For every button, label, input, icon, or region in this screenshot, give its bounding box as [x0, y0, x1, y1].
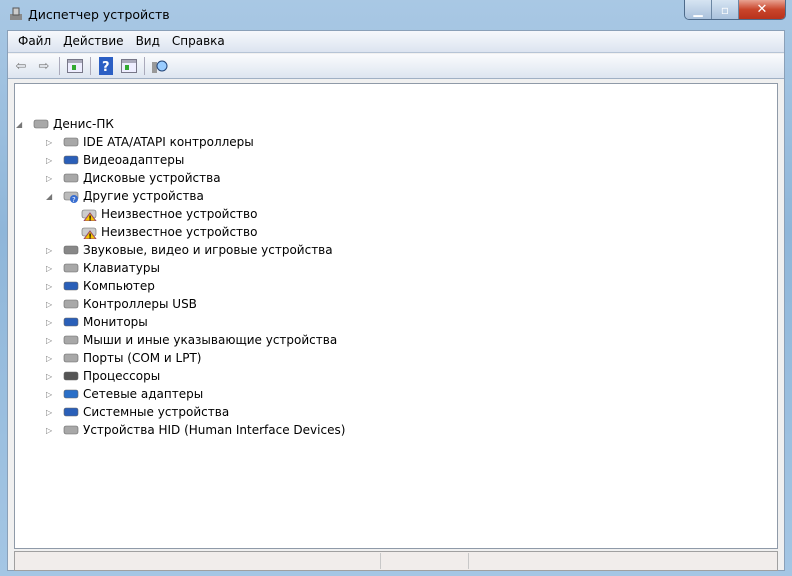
expand-arrow-icon[interactable]: ▷ [46, 282, 52, 291]
menu-help[interactable]: Справка [166, 31, 231, 52]
tree-item[interactable]: ▷ Сетевые адаптеры [46, 385, 204, 403]
processor-icon [63, 369, 79, 383]
expand-arrow-icon[interactable]: ▷ [46, 156, 52, 165]
tree-root-label: Денис-ПК [53, 117, 114, 131]
status-bar [14, 551, 778, 571]
tree-item-label: Мониторы [83, 315, 148, 329]
properties-icon[interactable] [65, 56, 85, 76]
tree-item[interactable]: ▷ Звуковые, видео и игровые устройства [46, 241, 333, 259]
update-driver-icon[interactable] [119, 56, 139, 76]
tree-item[interactable]: ◢? Другие устройства [46, 187, 204, 205]
tree-item-label: Клавиатуры [83, 261, 160, 275]
tree-item-label: Компьютер [83, 279, 155, 293]
tree-item-label: Видеоадаптеры [83, 153, 185, 167]
unknown-device-icon: ! [81, 207, 97, 223]
tree-item[interactable]: ▷ Контроллеры USB [46, 295, 197, 313]
system-devices-icon [63, 405, 79, 419]
tree-item[interactable]: ▷ Клавиатуры [46, 259, 160, 277]
toolbar: ⇦ ⇨ ? [8, 54, 784, 79]
tree-item[interactable]: ▷ Порты (COM и LPT) [46, 349, 202, 367]
menu-action[interactable]: Действие [57, 31, 129, 52]
disk-drive-icon [63, 171, 79, 185]
svg-text:!: ! [89, 215, 92, 222]
title-bar: Диспетчер устройств ▁ ▫ ✕ [0, 0, 792, 30]
expand-arrow-icon[interactable]: ▷ [46, 246, 52, 255]
menu-file[interactable]: Файл [12, 31, 57, 52]
tree-root[interactable]: ◢ Денис-ПК [16, 115, 114, 133]
expand-arrow-icon[interactable]: ▷ [46, 174, 52, 183]
tree-item[interactable]: ▷ Мыши и иные указывающие устройства [46, 331, 338, 349]
speaker-icon [63, 243, 79, 257]
tree-item[interactable]: ▷ IDE ATA/ATAPI контроллеры [46, 133, 254, 151]
tree-item-label: Мыши и иные указывающие устройства [83, 333, 338, 347]
tree-item[interactable]: ▷ Дисковые устройства [46, 169, 221, 187]
hid-icon [63, 423, 79, 437]
expand-arrow-icon[interactable]: ▷ [46, 138, 52, 147]
toolbar-separator [144, 57, 145, 75]
toolbar-separator [59, 57, 60, 75]
display-adapter-icon [63, 153, 79, 167]
ide-controller-icon [63, 135, 79, 149]
svg-text:!: ! [89, 233, 92, 240]
svg-text:?: ? [72, 196, 76, 203]
tree-item-label: Порты (COM и LPT) [83, 351, 202, 365]
expand-arrow-icon[interactable]: ▷ [46, 390, 52, 399]
toolbar-separator [90, 57, 91, 75]
tree-item[interactable]: ▷ Процессоры [46, 367, 161, 385]
expand-arrow-icon[interactable]: ▷ [46, 318, 52, 327]
port-icon [63, 351, 79, 365]
keyboard-icon [63, 261, 79, 275]
tree-item[interactable]: ▷ Компьютер [46, 277, 155, 295]
expand-arrow-icon[interactable]: ▷ [46, 336, 52, 345]
window-client: Файл Действие Вид Справка ⇦ ⇨ ? ◢ Денис-П… [7, 30, 785, 571]
tree-item[interactable]: ▷ Видеоадаптеры [46, 151, 185, 169]
unknown-device-icon: ! [81, 225, 97, 241]
tree-item[interactable]: ▷ Системные устройства [46, 403, 230, 421]
network-adapter-icon [63, 387, 79, 401]
collapse-arrow-icon[interactable]: ◢ [16, 120, 22, 129]
close-button[interactable]: ✕ [739, 0, 785, 19]
window-title: Диспетчер устройств [28, 7, 170, 22]
tree-item-label: IDE ATA/ATAPI контроллеры [83, 135, 254, 149]
forward-icon[interactable]: ⇨ [34, 56, 54, 76]
menu-view[interactable]: Вид [130, 31, 166, 52]
tree-item-label: Сетевые адаптеры [83, 387, 204, 401]
collapse-arrow-icon[interactable]: ◢ [46, 192, 52, 201]
tree-item-label: Дисковые устройства [83, 171, 221, 185]
expand-arrow-icon[interactable]: ▷ [46, 300, 52, 309]
device-manager-icon [8, 6, 24, 22]
mouse-icon [63, 333, 79, 347]
tree-child-item[interactable]: ! Неизвестное устройство [81, 205, 257, 223]
computer-icon [63, 279, 79, 293]
tree-child-item-label: Неизвестное устройство [101, 225, 258, 239]
expand-arrow-icon[interactable]: ▷ [46, 372, 52, 381]
monitor-icon [63, 315, 79, 329]
back-icon[interactable]: ⇦ [11, 56, 31, 76]
tree-child-item[interactable]: ! Неизвестное устройство [81, 223, 257, 241]
expand-arrow-icon[interactable]: ▷ [46, 426, 52, 435]
minimize-button[interactable]: ▁ [685, 0, 712, 19]
device-tree[interactable]: ◢ Денис-ПК ▷ IDE ATA/ATAPI контроллеры ▷ Виде… [14, 83, 778, 549]
tree-item-label: Устройства HID (Human Interface Devices) [83, 423, 346, 437]
expand-arrow-icon[interactable]: ▷ [46, 264, 52, 273]
expand-arrow-icon[interactable]: ▷ [46, 354, 52, 363]
tree-item[interactable]: ▷ Мониторы [46, 313, 148, 331]
tree-item-label: Звуковые, видео и игровые устройства [83, 243, 333, 257]
scan-hardware-icon[interactable] [150, 56, 170, 76]
tree-item-label: Другие устройства [83, 189, 204, 203]
help-icon[interactable]: ? [96, 56, 116, 76]
svg-text:?: ? [102, 60, 110, 75]
usb-icon [63, 297, 79, 311]
menu-bar: Файл Действие Вид Справка [8, 31, 784, 53]
tree-item-label: Контроллеры USB [83, 297, 197, 311]
tree-item-label: Процессоры [83, 369, 161, 383]
other-devices-icon: ? [63, 189, 79, 204]
expand-arrow-icon[interactable]: ▷ [46, 408, 52, 417]
tree-item[interactable]: ▷ Устройства HID (Human Interface Devices… [46, 421, 346, 439]
maximize-button[interactable]: ▫ [712, 0, 739, 19]
tree-child-item-label: Неизвестное устройство [101, 207, 258, 221]
tree-item-label: Системные устройства [83, 405, 230, 419]
computer-root-icon [33, 117, 49, 131]
